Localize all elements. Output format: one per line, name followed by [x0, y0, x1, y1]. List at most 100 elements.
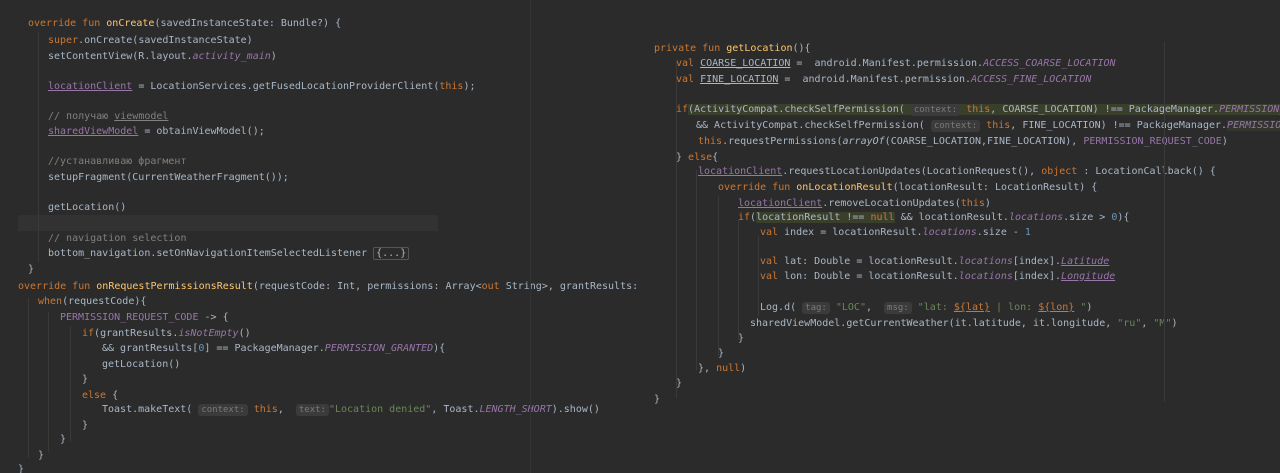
token-keyword: this [960, 198, 985, 209]
code-line[interactable]: } [60, 432, 66, 448]
code-line[interactable]: getLocation() [102, 357, 180, 373]
token-keyword: this [966, 104, 991, 115]
code-line[interactable]: override fun onCreate(savedInstanceState… [28, 16, 341, 32]
token-text: } [18, 464, 25, 473]
code-line[interactable]: && grantResults[0] == PackageManager.PER… [102, 341, 445, 357]
code-line[interactable]: override fun onLocationResult(locationRe… [718, 180, 1097, 196]
code-line[interactable]: super.onCreate(savedInstanceState) [48, 33, 253, 49]
code-line[interactable]: setupFragment(CurrentWeatherFragment()); [48, 170, 289, 186]
code-line[interactable]: val COARSE_LOCATION = android.Manifest.p… [676, 56, 1116, 72]
token-text: , [1141, 318, 1154, 329]
token-text: ) [1221, 136, 1228, 147]
code-line[interactable]: when(requestCode){ [38, 294, 146, 310]
token-text: , COARSE_LOCATION) !== PackageManager. [990, 104, 1220, 115]
token-text: && grantResults[ [102, 343, 199, 354]
token-string: "LOC" [835, 302, 866, 313]
token-function: onLocationResult [796, 182, 893, 193]
token-text: lon: Double = locationResult. [778, 271, 959, 282]
code-line[interactable]: private fun getLocation(){ [654, 41, 811, 57]
token-keyword: this [698, 136, 723, 147]
code-line[interactable]: locationClient.requestLocationUpdates(Lo… [698, 164, 1216, 180]
code-line[interactable]: } [676, 376, 682, 392]
token-string: "ru" [1117, 318, 1142, 329]
code-line[interactable]: Toast.makeText( context: this, text: "Loc… [102, 402, 600, 418]
code-line[interactable]: //устанавливаю фрагмент [48, 154, 186, 170]
code-line[interactable]: this.requestPermissions(arrayOf(COARSE_L… [698, 134, 1228, 150]
token-text: , [865, 302, 885, 313]
code-line[interactable]: if(ActivityCompat.checkSelfPermission( c… [676, 102, 1280, 118]
code-line[interactable]: && ActivityCompat.checkSelfPermission( c… [696, 118, 1280, 134]
code-line[interactable]: }, null) [698, 361, 746, 377]
code-line[interactable]: } [654, 392, 660, 408]
token-keyword: null [870, 212, 895, 223]
code-line[interactable]: PERMISSION_REQUEST_CODE -> { [60, 310, 229, 326]
code-line[interactable]: // navigation selection [48, 231, 186, 247]
folded-code-block[interactable]: {...} [373, 247, 410, 260]
token-keyword: override fun [18, 281, 91, 292]
code-line[interactable]: } [738, 331, 744, 347]
code-line[interactable]: } [28, 262, 34, 278]
token-text: (){ [792, 43, 811, 54]
token-text: .size - [976, 227, 1025, 238]
token-keyword: private fun [654, 43, 721, 54]
code-editor: override fun onCreate(savedInstanceState… [0, 0, 1280, 473]
code-line[interactable]: } [82, 418, 88, 434]
token-text: { [106, 390, 119, 401]
code-line[interactable]: if(locationResult !== null && locationRe… [738, 210, 1129, 226]
code-line[interactable]: override fun onRequestPermissionsResult(… [18, 279, 640, 295]
token-text: }, [698, 363, 717, 374]
indent-guide [758, 236, 759, 316]
token-text: locationResult !== [756, 212, 871, 223]
code-line[interactable]: val index = locationResult.locations.siz… [760, 225, 1031, 241]
token-text: } [60, 434, 67, 445]
token-text: [index]. [1012, 271, 1062, 282]
token-string: "Location denied" [328, 404, 432, 415]
code-line[interactable]: sharedViewModel = obtainViewModel(); [48, 124, 265, 140]
code-line[interactable]: val FINE_LOCATION = android.Manifest.per… [676, 72, 1091, 88]
token-property: Latitude [1061, 256, 1110, 267]
token-keyword: val [760, 256, 779, 267]
indent-guide [738, 220, 739, 340]
token-function: isNotEmpty [178, 328, 239, 339]
token-text: .requestPermissions( [722, 136, 843, 147]
token-text: ); [463, 81, 476, 92]
token-text: , Toast. [431, 404, 480, 415]
token-property: locations [958, 256, 1013, 267]
token-keyword: val [760, 271, 779, 282]
editor-pane-left[interactable]: override fun onCreate(savedInstanceState… [0, 0, 640, 473]
code-line[interactable]: Log.d( tag: "LOC", msg: "lat: ${lat} | l… [760, 300, 1092, 316]
code-line[interactable]: bottom_navigation.setOnNavigationItemSel… [48, 246, 410, 262]
token-text: String>, grantResults: IntArray) { [506, 281, 639, 292]
token-property: locationClient [48, 81, 133, 92]
code-line[interactable]: if(grantResults.isNotEmpty() [82, 326, 251, 342]
token-text: } [738, 333, 745, 344]
parameter-hint: text: [295, 404, 329, 416]
code-line[interactable]: val lon: Double = locationResult.locatio… [760, 269, 1115, 285]
token-text: { [712, 152, 719, 163]
code-line[interactable]: getLocation() [48, 200, 126, 216]
indent-guide [70, 326, 71, 442]
token-text: .onCreate(savedInstanceState) [78, 35, 253, 46]
token-text: .removeLocationUpdates( [822, 198, 961, 209]
code-line[interactable]: sharedViewModel.getCurrentWeather(it.lat… [750, 316, 1178, 332]
token-text: (grantResults. [94, 328, 179, 339]
code-line[interactable]: } [18, 462, 24, 473]
token-text: = android.Manifest.permission. [790, 58, 984, 69]
editor-pane-right[interactable]: private fun getLocation(){ val COARSE_LO… [640, 0, 1280, 473]
highlighted-expression: locationResult !== null [756, 212, 895, 223]
code-line[interactable]: } [718, 346, 724, 362]
code-line[interactable]: locationClient = LocationServices.getFus… [48, 79, 475, 95]
code-line[interactable]: // получаю viewmodel [48, 109, 168, 125]
code-line[interactable]: setContentView(R.layout.activity_main) [48, 49, 277, 65]
token-constant: activity_main [192, 51, 271, 62]
code-line[interactable]: } [82, 372, 88, 388]
code-line[interactable]: } [38, 448, 44, 464]
token-string: "M" [1153, 318, 1172, 329]
code-line[interactable]: val lat: Double = locationResult.locatio… [760, 254, 1109, 270]
token-text: } [718, 348, 725, 359]
token-text: ) [1171, 318, 1178, 329]
token-text: .size > [1063, 212, 1112, 223]
token-text: () [238, 328, 251, 339]
token-text: ){ [1117, 212, 1130, 223]
token-keyword: val [676, 74, 695, 85]
